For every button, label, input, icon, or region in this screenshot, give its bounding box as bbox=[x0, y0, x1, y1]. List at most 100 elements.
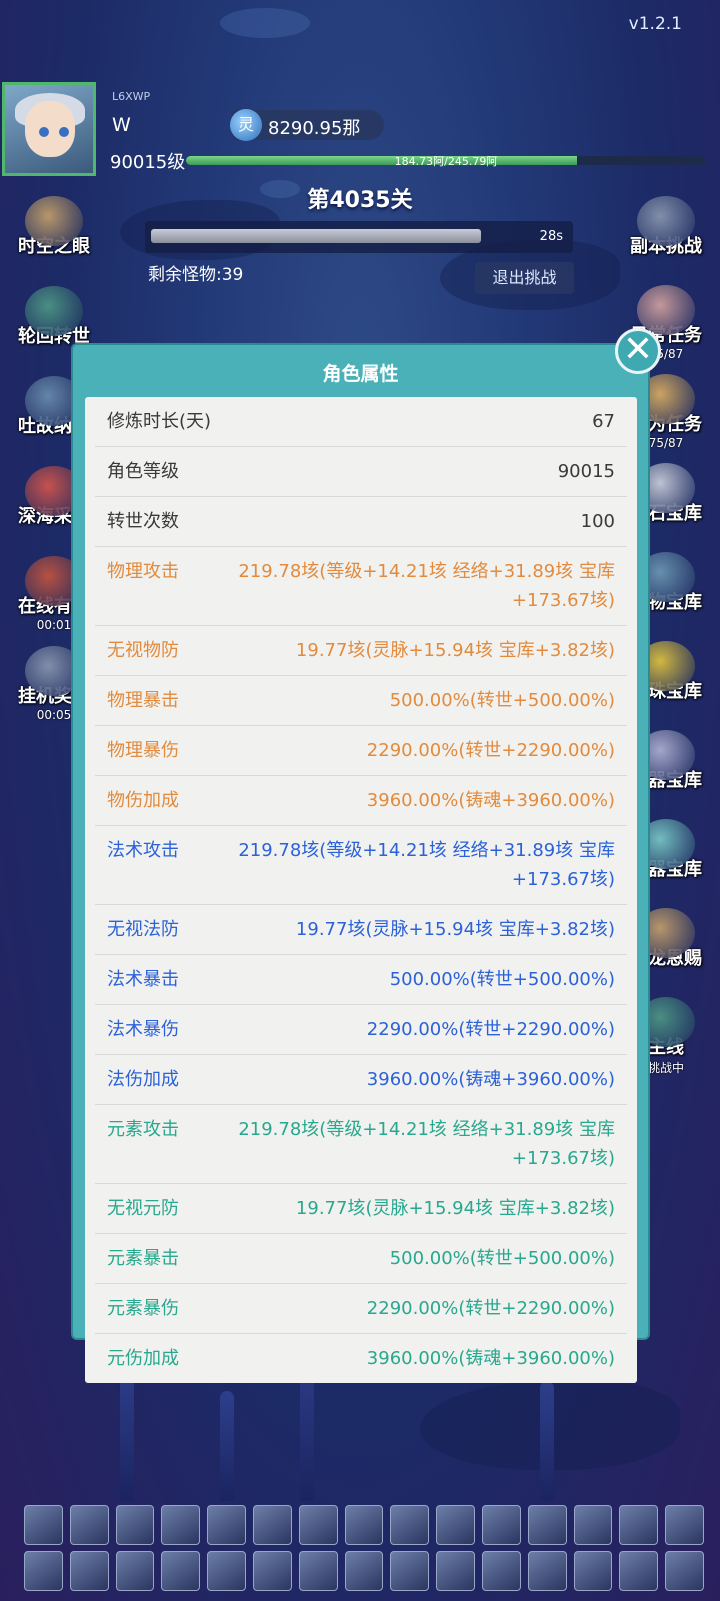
stat-list: 修炼时长(天) 67 角色等级 90015 转世次数 100 物理攻击 219.78垓(等级+… bbox=[85, 397, 637, 1383]
orb-icon[interactable] bbox=[298, 1505, 338, 1545]
stat-row: 物伤加成 3960.00%(铸魂+3960.00%) bbox=[95, 776, 627, 826]
player-level: 90015级 bbox=[110, 152, 186, 173]
stat-value: 2290.00%(转世+2290.00%) bbox=[366, 1019, 615, 1040]
stat-name: 物理攻击 bbox=[107, 561, 179, 582]
stat-value: 219.78垓(等级+14.21垓 经络+31.89垓 宝库+173.67垓) bbox=[238, 840, 615, 890]
stat-value: 100 bbox=[580, 511, 615, 532]
star-icon[interactable] bbox=[665, 1505, 704, 1545]
seaweed bbox=[220, 1391, 234, 1501]
stat-row: 无视物防 19.77垓(灵脉+15.94垓 宝库+3.82垓) bbox=[95, 626, 627, 676]
stat-value: 500.00%(转世+500.00%) bbox=[389, 690, 615, 711]
orb-icon[interactable] bbox=[298, 1551, 338, 1591]
stat-name: 物伤加成 bbox=[107, 790, 179, 811]
stat-name: 转世次数 bbox=[107, 511, 179, 532]
fang-icon[interactable] bbox=[390, 1551, 430, 1591]
armor-icon[interactable] bbox=[207, 1551, 246, 1591]
stat-name: 修炼时长(天) bbox=[107, 411, 212, 432]
avatar-eye bbox=[39, 127, 49, 137]
stat-name: 无视物防 bbox=[107, 640, 179, 661]
scallop-icon bbox=[637, 285, 695, 335]
stat-row: 元素攻击 219.78垓(等级+14.21垓 经络+31.89垓 宝库+173.6… bbox=[95, 1105, 627, 1184]
dragon-icon bbox=[25, 286, 83, 336]
stage-title: 第4035关 bbox=[307, 188, 413, 213]
stat-value: 2290.00%(转世+2290.00%) bbox=[366, 1298, 615, 1319]
currency-display[interactable]: 灵 8290.95那 bbox=[230, 109, 384, 141]
monsters-remaining: 剩余怪物:39 bbox=[148, 265, 244, 285]
stat-name: 法伤加成 bbox=[107, 1069, 179, 1090]
stat-row: 物理暴击 500.00%(转世+500.00%) bbox=[95, 676, 627, 726]
crystal-icon[interactable] bbox=[69, 1505, 109, 1545]
close-icon[interactable]: ✕ bbox=[615, 328, 661, 374]
stat-value: 219.78垓(等级+14.21垓 经络+31.89垓 宝库+173.67垓) bbox=[238, 561, 615, 611]
star-icon[interactable] bbox=[619, 1551, 659, 1591]
dagger-icon[interactable] bbox=[527, 1505, 567, 1545]
stat-row: 元素暴击 500.00%(转世+500.00%) bbox=[95, 1234, 627, 1284]
dagger-icon[interactable] bbox=[481, 1505, 521, 1545]
player-avatar[interactable] bbox=[2, 82, 96, 176]
lock-icon[interactable] bbox=[252, 1551, 292, 1591]
currency-value: 8290.95那 bbox=[268, 118, 361, 139]
blade-icon[interactable] bbox=[115, 1505, 155, 1545]
crystal-icon[interactable] bbox=[24, 1551, 63, 1591]
stat-name: 法术暴伤 bbox=[107, 1019, 179, 1040]
stat-name: 无视法防 bbox=[107, 919, 179, 940]
dagger-icon[interactable] bbox=[481, 1551, 521, 1591]
flame-icon[interactable] bbox=[436, 1551, 475, 1591]
stat-row: 修炼时长(天) 67 bbox=[95, 397, 627, 447]
player-id: L6XWP bbox=[112, 90, 151, 103]
stat-value: 3960.00%(铸魂+3960.00%) bbox=[366, 1348, 615, 1369]
side-menu-button[interactable]: 时空之眼 bbox=[4, 196, 104, 258]
crystal-icon[interactable] bbox=[24, 1505, 63, 1545]
stat-name: 角色等级 bbox=[107, 461, 179, 482]
stat-name: 元素暴伤 bbox=[107, 1298, 179, 1319]
side-menu-button[interactable]: 轮回转世 bbox=[4, 286, 104, 348]
stat-row: 角色等级 90015 bbox=[95, 447, 627, 497]
version-label: v1.2.1 bbox=[628, 14, 682, 34]
stat-value: 500.00%(转世+500.00%) bbox=[389, 1248, 615, 1269]
skill-row bbox=[24, 1551, 704, 1591]
star-icon[interactable] bbox=[665, 1551, 704, 1591]
skill-row bbox=[24, 1505, 704, 1545]
panel-title: 角色属性 bbox=[322, 363, 399, 385]
stat-value: 3960.00%(铸魂+3960.00%) bbox=[366, 790, 615, 811]
star-icon[interactable] bbox=[161, 1551, 201, 1591]
exit-challenge-button[interactable]: 退出挑战 bbox=[475, 262, 574, 294]
eye-portal-icon bbox=[25, 196, 83, 246]
stat-row: 法伤加成 3960.00%(铸魂+3960.00%) bbox=[95, 1055, 627, 1105]
stat-row: 法术暴击 500.00%(转世+500.00%) bbox=[95, 955, 627, 1005]
stat-value: 67 bbox=[592, 411, 615, 432]
serpent-icon[interactable] bbox=[207, 1505, 246, 1545]
sword-icon[interactable] bbox=[115, 1551, 155, 1591]
stat-row: 元伤加成 3960.00%(铸魂+3960.00%) bbox=[95, 1334, 627, 1383]
stat-value: 19.77垓(灵脉+15.94垓 宝库+3.82垓) bbox=[295, 1198, 615, 1219]
skill-slot-bar bbox=[24, 1505, 704, 1597]
seaweed bbox=[540, 1381, 554, 1501]
moon-icon[interactable] bbox=[390, 1505, 430, 1545]
star-icon[interactable] bbox=[573, 1551, 613, 1591]
flame-icon[interactable] bbox=[436, 1505, 475, 1545]
orb-icon[interactable] bbox=[344, 1551, 384, 1591]
side-menu-button[interactable]: 副本挑战 bbox=[616, 196, 716, 258]
star-icon[interactable] bbox=[619, 1505, 659, 1545]
light-spot bbox=[220, 8, 310, 38]
stat-name: 元素攻击 bbox=[107, 1119, 179, 1140]
star-icon[interactable] bbox=[573, 1505, 613, 1545]
claw-icon[interactable] bbox=[161, 1505, 201, 1545]
stat-row: 法术暴伤 2290.00%(转世+2290.00%) bbox=[95, 1005, 627, 1055]
player-name: W bbox=[112, 114, 131, 136]
sword-icon[interactable] bbox=[69, 1551, 109, 1591]
stat-value: 19.77垓(灵脉+15.94垓 宝库+3.82垓) bbox=[295, 919, 615, 940]
shell-icon bbox=[637, 196, 695, 246]
stat-row: 转世次数 100 bbox=[95, 497, 627, 547]
stat-value: 3960.00%(铸魂+3960.00%) bbox=[366, 1069, 615, 1090]
leaf-icon[interactable] bbox=[344, 1505, 384, 1545]
stat-name: 元素暴击 bbox=[107, 1248, 179, 1269]
stat-value: 219.78垓(等级+14.21垓 经络+31.89垓 宝库+173.67垓) bbox=[238, 1119, 615, 1169]
stat-name: 法术攻击 bbox=[107, 840, 179, 861]
stage-progress: 28s bbox=[145, 221, 573, 253]
character-attributes-panel: 角色属性 修炼时长(天) 67 角色等级 90015 转世次数 100 物理攻击 219.78… bbox=[71, 343, 650, 1383]
stat-name: 元伤加成 bbox=[107, 1348, 179, 1369]
dagger-icon[interactable] bbox=[527, 1551, 567, 1591]
stat-value: 2290.00%(转世+2290.00%) bbox=[366, 740, 615, 761]
axe-icon[interactable] bbox=[252, 1505, 292, 1545]
